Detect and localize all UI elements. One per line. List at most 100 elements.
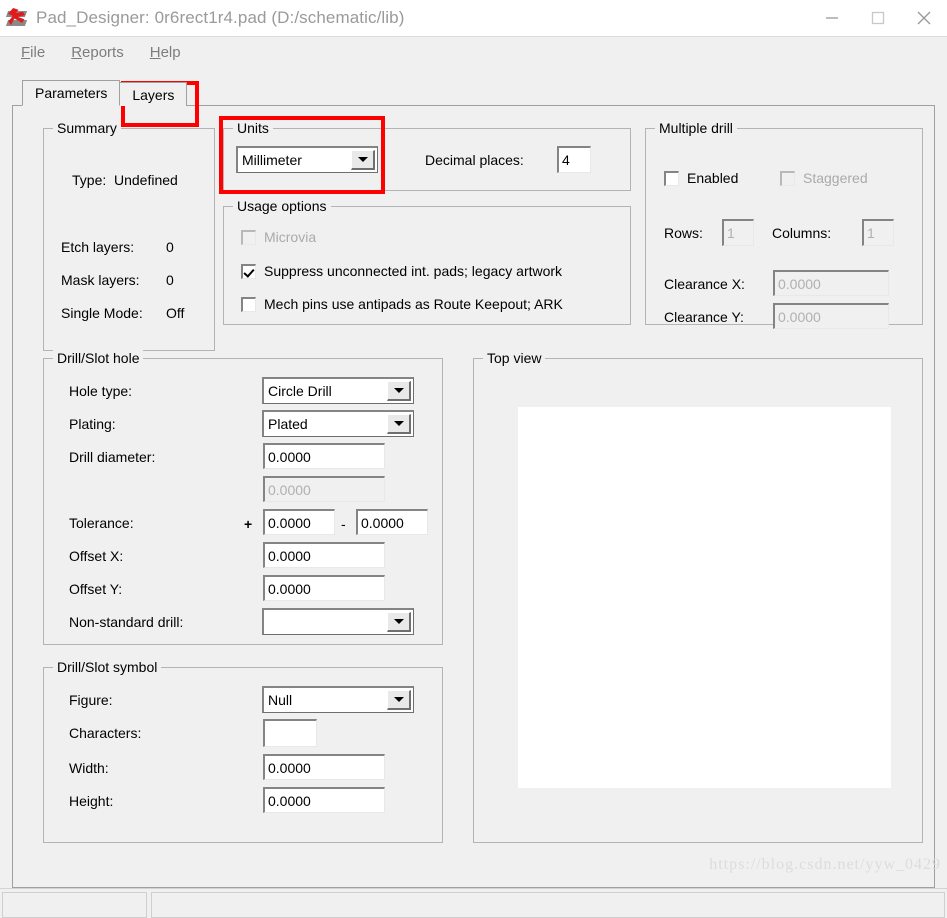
columns-label: Columns: xyxy=(772,225,832,241)
summary-etch-layers-value: 0 xyxy=(166,239,174,255)
minimize-button[interactable] xyxy=(809,0,855,36)
offset-x-input[interactable]: 0.0000 xyxy=(263,542,385,568)
width-label: Width: xyxy=(69,760,109,776)
checkbox-suppress-unconnected[interactable]: Suppress unconnected int. pads; legacy a… xyxy=(241,263,562,279)
drill-slot-hole-group: Drill/Slot hole Hole type: Circle Drill … xyxy=(43,350,443,645)
height-label: Height: xyxy=(69,793,114,809)
summary-group: Summary Type: Undefined Etch layers: 0 M… xyxy=(43,120,215,351)
checkbox-microvia: Microvia xyxy=(241,229,316,245)
summary-single-mode-label: Single Mode: xyxy=(61,305,143,321)
summary-etch-layers-label: Etch layers: xyxy=(61,239,135,255)
units-group: Units Millimeter Decimal places: 4 xyxy=(223,120,631,191)
clearance-x-value: 0.0000 xyxy=(778,275,821,292)
chevron-down-icon[interactable] xyxy=(387,414,411,434)
status-cell-main xyxy=(151,892,945,918)
offset-y-value: 0.0000 xyxy=(268,580,311,597)
tab-strip: Parameters Layers xyxy=(22,77,935,106)
enabled-label: Enabled xyxy=(687,170,739,186)
status-cell-left xyxy=(2,892,147,918)
hole-type-select[interactable]: Circle Drill xyxy=(262,377,414,404)
pad-designer-window: Pad_Designer: 0r6rect1r4.pad (D:/schemat… xyxy=(0,0,947,918)
top-view-group: Top view xyxy=(473,350,923,843)
microvia-label: Microvia xyxy=(264,229,317,245)
suppress-unconnected-checkbox-icon[interactable] xyxy=(241,263,256,279)
checkbox-multiple-drill-enabled[interactable]: Enabled xyxy=(664,170,738,186)
watermark-text: https://blog.csdn.net/yyw_0429 xyxy=(709,856,941,873)
drill-slot-hole-group-label: Drill/Slot hole xyxy=(53,350,144,366)
plating-select[interactable]: Plated xyxy=(262,410,414,437)
microvia-checkbox-icon xyxy=(241,229,256,245)
decimal-places-label: Decimal places: xyxy=(425,152,524,168)
maximize-button[interactable] xyxy=(855,0,901,36)
status-bar xyxy=(0,888,947,918)
plating-value: Plated xyxy=(268,416,308,432)
window-controls xyxy=(809,0,947,36)
width-input[interactable]: 0.0000 xyxy=(263,754,385,780)
width-value: 0.0000 xyxy=(268,759,311,776)
tolerance-minus-sign: - xyxy=(341,516,346,532)
tab-parameters-label: Parameters xyxy=(35,85,108,101)
plating-label: Plating: xyxy=(69,416,116,432)
tolerance-plus-value: 0.0000 xyxy=(268,514,311,531)
chevron-down-icon[interactable] xyxy=(387,381,411,401)
staggered-label: Staggered xyxy=(803,170,868,186)
figure-label: Figure: xyxy=(69,692,113,708)
chevron-down-icon[interactable] xyxy=(351,150,375,170)
drill-diameter-input[interactable]: 0.0000 xyxy=(263,443,385,469)
clearance-y-value: 0.0000 xyxy=(778,308,821,325)
drill-diameter-value: 0.0000 xyxy=(268,448,311,465)
tolerance-minus-input[interactable]: 0.0000 xyxy=(356,509,428,535)
multiple-drill-group-label: Multiple drill xyxy=(655,120,737,136)
non-standard-drill-select[interactable] xyxy=(262,608,414,635)
client-area: Parameters Layers Summary Type: Undefine… xyxy=(0,67,947,888)
drill-slot-symbol-group-label: Drill/Slot symbol xyxy=(53,659,162,675)
suppress-unconnected-label: Suppress unconnected int. pads; legacy a… xyxy=(264,263,563,279)
checkbox-mech-pins-antipads[interactable]: Mech pins use antipads as Route Keepout;… xyxy=(241,296,563,312)
top-view-group-label: Top view xyxy=(483,350,546,366)
hole-type-value: Circle Drill xyxy=(268,383,332,399)
offset-x-value: 0.0000 xyxy=(268,547,311,564)
app-icon xyxy=(5,7,28,29)
top-view-canvas[interactable] xyxy=(518,407,891,788)
menu-item-help[interactable]: Help xyxy=(137,41,194,64)
columns-value: 1 xyxy=(867,225,875,241)
checkbox-multiple-drill-staggered: Staggered xyxy=(780,170,868,186)
offset-y-label: Offset Y: xyxy=(69,581,123,597)
rows-value: 1 xyxy=(727,225,735,241)
characters-label: Characters: xyxy=(69,725,142,741)
summary-mask-layers-label: Mask layers: xyxy=(61,272,140,288)
tab-layers[interactable]: Layers xyxy=(119,82,188,106)
offset-y-input[interactable]: 0.0000 xyxy=(263,575,385,601)
hole-type-label: Hole type: xyxy=(69,383,133,399)
menu-item-reports[interactable]: Reports xyxy=(58,41,137,64)
summary-type-label: Type: xyxy=(72,172,107,188)
characters-input[interactable] xyxy=(263,719,317,747)
decimal-places-input[interactable]: 4 xyxy=(557,146,591,173)
chevron-down-icon[interactable] xyxy=(387,690,411,710)
tolerance-minus-value: 0.0000 xyxy=(361,514,404,531)
close-button[interactable] xyxy=(901,0,947,36)
clearance-y-label: Clearance Y: xyxy=(664,309,744,325)
rows-input: 1 xyxy=(722,219,754,246)
units-select[interactable]: Millimeter xyxy=(236,146,378,173)
tab-parameters[interactable]: Parameters xyxy=(22,80,121,106)
units-select-value: Millimeter xyxy=(242,152,302,168)
enabled-checkbox-icon[interactable] xyxy=(664,170,679,186)
mech-pins-antipads-checkbox-icon[interactable] xyxy=(241,296,256,312)
tolerance-plus-input[interactable]: 0.0000 xyxy=(263,509,335,535)
menu-bar: File Reports Help xyxy=(0,37,947,67)
staggered-checkbox-icon xyxy=(780,170,795,186)
drill-slot-symbol-group: Drill/Slot symbol Figure: Null Character… xyxy=(43,659,443,843)
multiple-drill-group: Multiple drill Enabled Staggered Rows: 1… xyxy=(645,120,923,329)
title-bar: Pad_Designer: 0r6rect1r4.pad (D:/schemat… xyxy=(0,0,947,36)
figure-select[interactable]: Null xyxy=(262,686,414,713)
height-input[interactable]: 0.0000 xyxy=(263,787,385,813)
usage-options-group: Usage options Microvia Suppress unconnec… xyxy=(223,198,631,325)
tolerance-plus-sign: + xyxy=(244,516,253,532)
chevron-down-icon[interactable] xyxy=(387,612,411,632)
drill-diameter-secondary-value: 0.0000 xyxy=(268,481,311,498)
columns-input: 1 xyxy=(862,219,894,246)
menu-item-file[interactable]: File xyxy=(8,41,58,64)
mech-pins-antipads-label: Mech pins use antipads as Route Keepout;… xyxy=(264,296,563,312)
units-group-label: Units xyxy=(233,120,273,136)
